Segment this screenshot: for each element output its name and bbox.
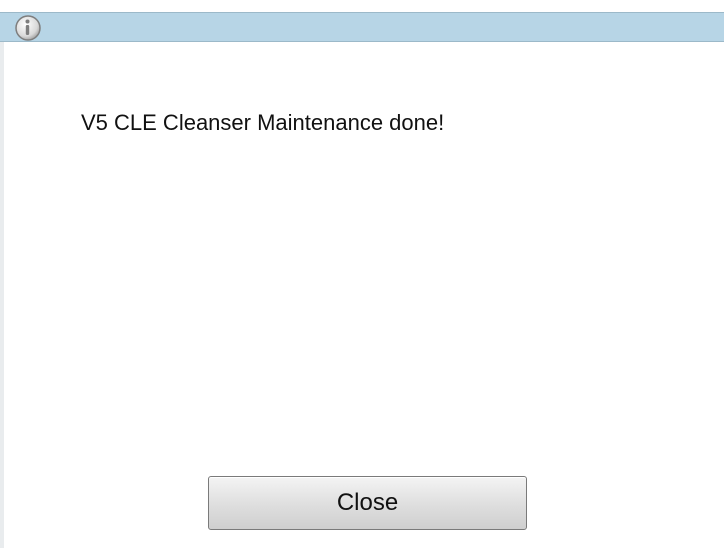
dialog-title-bar [0, 12, 724, 42]
close-button[interactable]: Close [208, 476, 527, 530]
info-dialog: V5 CLE Cleanser Maintenance done! Close [0, 0, 724, 548]
info-icon [14, 14, 42, 42]
dialog-message: V5 CLE Cleanser Maintenance done! [81, 110, 445, 135]
left-frame-edge [0, 42, 4, 548]
